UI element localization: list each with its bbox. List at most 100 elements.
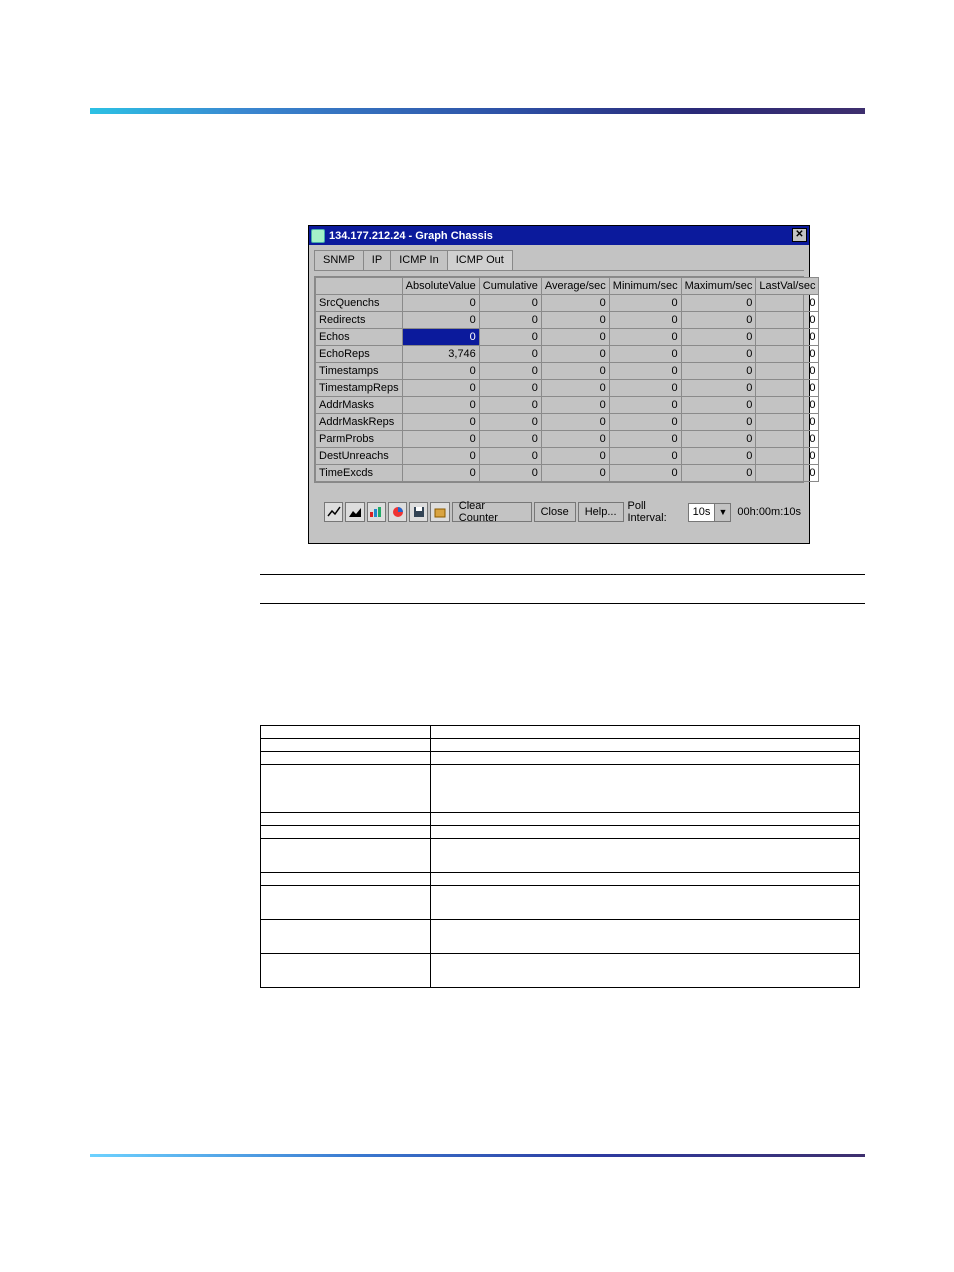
table-row[interactable]: AddrMasks000000 [316,397,819,414]
line-chart-icon[interactable] [324,502,343,522]
figure-rule-bottom [260,603,865,604]
bar-chart-icon[interactable] [367,502,386,522]
cell: 0 [609,380,681,397]
cell: 0 [541,448,609,465]
cell: 0 [609,363,681,380]
cell: 0 [681,414,756,431]
fields-table-cell [431,954,860,988]
table-row[interactable]: EchoReps3,74600000 [316,346,819,363]
cell: 0 [756,295,819,312]
cell: 0 [756,465,819,482]
grid-header: Maximum/sec [681,278,756,295]
fields-table-cell [431,765,860,813]
tab-ip[interactable]: IP [363,250,391,271]
table-row[interactable]: Redirects000000 [316,312,819,329]
poll-interval-value: 10s [689,506,715,518]
table-row[interactable]: DestUnreachs000000 [316,448,819,465]
tab-strip: SNMP IP ICMP In ICMP Out [314,250,512,271]
cell: 0 [479,295,541,312]
tab-underline [314,270,804,271]
cell: 0 [756,431,819,448]
grid-header: Cumulative [479,278,541,295]
fields-table-cell [261,954,431,988]
cell: 0 [681,295,756,312]
row-header: EchoReps [316,346,403,363]
cell: 0 [479,380,541,397]
table-row[interactable]: SrcQuenchs000000 [316,295,819,312]
table-row[interactable]: AddrMaskReps000000 [316,414,819,431]
row-header: AddrMasks [316,397,403,414]
cell: 0 [609,312,681,329]
fields-table-cell [261,826,431,839]
stats-grid: AbsoluteValue Cumulative Average/sec Min… [314,276,804,483]
clear-counter-button[interactable]: Clear Counter [452,502,532,522]
row-header: Echos [316,329,403,346]
table-row[interactable]: TimestampReps000000 [316,380,819,397]
cell: 0 [541,397,609,414]
table-row[interactable]: Timestamps000000 [316,363,819,380]
close-button[interactable]: Close [534,502,576,522]
grid-header: Minimum/sec [609,278,681,295]
fields-table-cell [261,739,431,752]
cell: 0 [681,448,756,465]
cell: 0 [681,312,756,329]
fields-table-cell [261,752,431,765]
cell: 0 [609,414,681,431]
grid-header: Average/sec [541,278,609,295]
area-chart-icon[interactable] [345,502,364,522]
cell: 0 [609,465,681,482]
fields-table-cell [431,873,860,886]
fields-table-row [261,886,860,920]
window-title: 134.177.212.24 - Graph Chassis [329,230,493,242]
cell: 0 [541,363,609,380]
fields-table-cell [261,920,431,954]
table-row[interactable]: ParmProbs000000 [316,431,819,448]
cell: 0 [541,346,609,363]
cell: 0 [541,431,609,448]
cell: 0 [681,346,756,363]
cell: 0 [541,329,609,346]
chevron-down-icon[interactable]: ▼ [714,504,730,521]
export-icon[interactable] [430,502,449,522]
table-row[interactable]: Echos000000 [316,329,819,346]
table-row[interactable]: TimeExcds000000 [316,465,819,482]
row-header: Timestamps [316,363,403,380]
app-icon [311,229,325,243]
fields-table-cell [431,920,860,954]
cell: 0 [681,380,756,397]
cell: 0 [402,295,479,312]
cell: 0 [756,346,819,363]
row-header: DestUnreachs [316,448,403,465]
cell: 0 [681,465,756,482]
cell: 0 [402,312,479,329]
fields-table-cell [431,886,860,920]
cell: 0 [681,329,756,346]
poll-interval-select[interactable]: 10s ▼ [688,503,732,522]
cell: 0 [541,312,609,329]
tab-icmp-out[interactable]: ICMP Out [447,250,513,271]
titlebar: 134.177.212.24 - Graph Chassis ✕ [309,226,809,245]
pie-chart-icon[interactable] [388,502,407,522]
fields-table-row [261,765,860,813]
cell: 0 [479,448,541,465]
save-icon[interactable] [409,502,428,522]
fields-table-row [261,739,860,752]
cell: 0 [402,397,479,414]
help-button[interactable]: Help... [578,502,624,522]
fields-table [260,725,860,988]
grid-header: LastVal/sec [756,278,819,295]
row-header: AddrMaskReps [316,414,403,431]
fields-table-cell [431,739,860,752]
cell: 0 [681,397,756,414]
cell: 0 [402,448,479,465]
fields-table-row [261,839,860,873]
cell: 0 [402,414,479,431]
header-rule [90,108,865,114]
fields-table-cell [431,839,860,873]
close-icon[interactable]: ✕ [792,228,807,242]
fields-table-header [431,726,860,739]
cell: 0 [609,329,681,346]
cell: 0 [541,465,609,482]
tab-snmp[interactable]: SNMP [314,250,364,271]
tab-icmp-in[interactable]: ICMP In [390,250,448,271]
